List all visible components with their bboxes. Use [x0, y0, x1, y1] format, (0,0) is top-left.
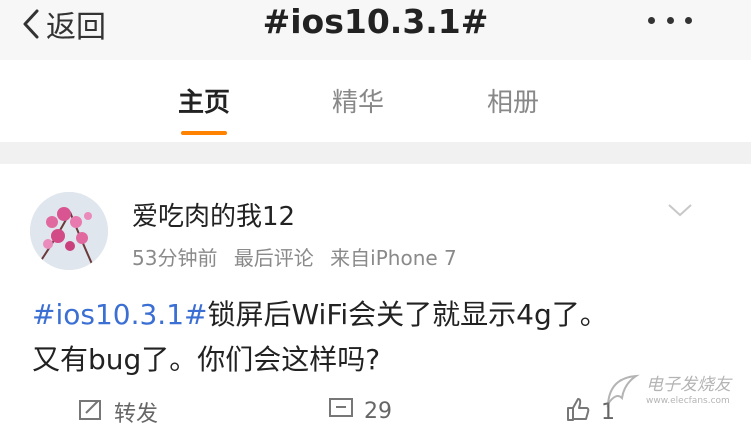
- avatar[interactable]: [30, 192, 108, 270]
- section-divider: [0, 142, 751, 164]
- post-meta: 53分钟前 最后评论 来自iPhone 7: [132, 242, 467, 271]
- like-icon: [565, 396, 601, 428]
- watermark-url: www.elecfans.com: [646, 396, 730, 406]
- post-status: 最后评论: [233, 246, 314, 270]
- username[interactable]: 爱吃肉的我12: [132, 196, 295, 233]
- expand-chevron-icon[interactable]: [665, 200, 695, 220]
- more-icon[interactable]: [648, 8, 692, 32]
- tab-home[interactable]: 主页: [178, 82, 230, 119]
- post-time: 53分钟前: [132, 246, 218, 270]
- hashtag-link[interactable]: #ios10.3.1#: [32, 298, 207, 331]
- tab-album[interactable]: 相册: [487, 82, 539, 119]
- comment-button[interactable]: 29: [328, 396, 392, 426]
- post-source: 来自iPhone 7: [330, 246, 457, 270]
- navbar: 返回 #ios10.3.1#: [0, 0, 751, 60]
- repost-icon: [78, 397, 114, 427]
- watermark: 电子发烧友 www.elecfans.com: [600, 366, 746, 416]
- repost-label: 转发: [114, 402, 159, 427]
- tab-featured[interactable]: 精华: [332, 82, 384, 119]
- page-title: #ios10.3.1#: [262, 2, 489, 41]
- repost-button[interactable]: 转发: [78, 396, 158, 428]
- comment-icon: [328, 396, 364, 426]
- post-line-1: #ios10.3.1#锁屏后WiFi会关了就显示4g了。: [32, 292, 722, 337]
- watermark-name: 电子发烧友: [646, 375, 731, 395]
- post-text-1: 锁屏后WiFi会关了就显示4g了。: [207, 298, 608, 331]
- comment-count: 29: [364, 398, 392, 424]
- active-tab-indicator: [181, 131, 227, 135]
- tab-bar: 主页 精华 相册: [0, 60, 751, 140]
